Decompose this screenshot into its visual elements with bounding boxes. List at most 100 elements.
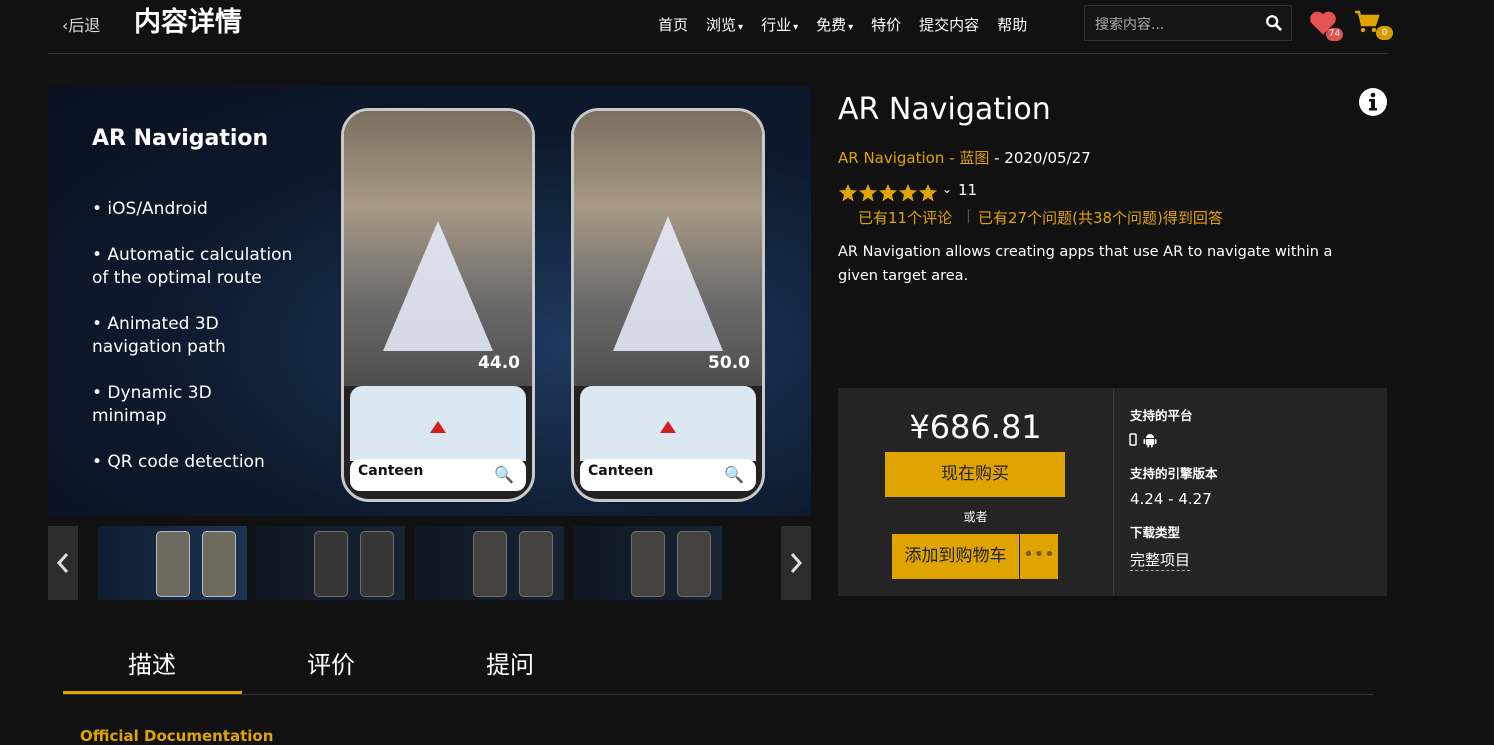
official-documentation-link[interactable]: Official Documentation	[80, 727, 273, 745]
star-icon	[919, 184, 937, 202]
cart-count-badge: 0	[1376, 26, 1393, 40]
hero-bullet: • iOS/Android	[92, 199, 208, 219]
download-type-heading: 下载类型	[1130, 525, 1181, 540]
thumbnail-1[interactable]	[98, 526, 247, 600]
tab-questions[interactable]: 提问	[486, 645, 534, 680]
buy-now-button[interactable]: 现在购买	[885, 452, 1065, 497]
back-button[interactable]: ‹后退	[62, 12, 100, 36]
thumbnail-phone	[156, 531, 190, 597]
active-tab-indicator	[63, 691, 242, 694]
engine-versions: 4.24 - 4.27	[1130, 490, 1212, 508]
star-icon	[879, 184, 897, 202]
thumbnail-3[interactable]	[415, 526, 564, 600]
release-date: 2020/05/27	[1004, 149, 1091, 167]
nav-label: 特价	[871, 16, 902, 34]
hero-title: AR Navigation	[92, 126, 269, 151]
header-divider	[48, 53, 1388, 54]
distance-readout: 44.0	[478, 353, 520, 373]
hero-bullet: • Dynamic 3D minimap	[92, 383, 212, 426]
nav-home[interactable]: 首页	[658, 14, 688, 35]
position-marker-icon	[660, 421, 676, 433]
thumbnail-phone	[631, 531, 665, 597]
destination-label: Canteen	[358, 463, 424, 479]
thumbnail-prev-button[interactable]	[48, 526, 78, 600]
reviews-link[interactable]: 已有11个评论	[858, 207, 952, 228]
main-preview-image[interactable]: AR Navigation • iOS/Android • Automatic …	[48, 86, 811, 516]
nav-sale[interactable]: 特价	[871, 14, 901, 35]
page-title: 内容详情	[134, 7, 242, 38]
nav-submit[interactable]: 提交内容	[919, 14, 979, 35]
nav-browse[interactable]: 浏览 ▾	[706, 14, 743, 35]
tab-description[interactable]: 描述	[128, 645, 176, 680]
thumbnail-phone	[519, 531, 553, 597]
price: ¥686.81	[909, 408, 1042, 446]
destination-label: Canteen	[588, 463, 654, 479]
add-to-cart-button[interactable]: 添加到购物车	[892, 534, 1019, 579]
chevron-down-icon: ▾	[848, 22, 854, 33]
search-input[interactable]	[1093, 14, 1257, 36]
nav-help[interactable]: 帮助	[997, 14, 1027, 35]
wishlist-count-badge: 74	[1326, 28, 1343, 41]
search-icon[interactable]	[1265, 14, 1283, 32]
product-description: AR Navigation allows creating apps that …	[838, 244, 1333, 284]
nav-label: 浏览	[706, 16, 737, 34]
info-icon[interactable]	[1359, 88, 1387, 116]
thumbnail-phone	[360, 531, 394, 597]
product-type-link[interactable]: 蓝图	[959, 149, 989, 167]
thumbnail-phone	[314, 531, 348, 597]
nav-label: 提交内容	[919, 16, 980, 34]
distance-readout: 50.0	[708, 353, 750, 373]
or-label: 或者	[963, 510, 988, 524]
nav-label: 帮助	[997, 16, 1028, 34]
nav-label: 首页	[658, 16, 689, 34]
position-marker-icon	[430, 421, 446, 433]
star-icon	[839, 184, 857, 202]
ar-path-arrow	[613, 216, 723, 351]
thumbnail-2[interactable]	[256, 526, 405, 600]
publisher-link[interactable]: AR Navigation	[838, 149, 944, 167]
thumbnail-phone	[677, 531, 711, 597]
meta-separator: -	[944, 149, 960, 167]
product-meta: AR Navigation - 蓝图 - 2020/05/27	[838, 147, 1091, 168]
search-icon: 🔍	[724, 465, 744, 484]
meta-separator: -	[989, 149, 1005, 167]
panel-divider	[1113, 388, 1114, 596]
thumbnail-phone	[473, 531, 507, 597]
tab-reviews[interactable]: 评价	[307, 645, 355, 680]
platform-icons	[1129, 433, 1157, 448]
back-label: 后退	[68, 16, 101, 35]
mobile-phone-icon	[1129, 433, 1137, 446]
star-rating[interactable]	[838, 183, 938, 203]
search-box	[1084, 5, 1292, 41]
chevron-down-icon: ▾	[738, 22, 744, 33]
nav-label: 行业	[761, 16, 792, 34]
tabs-divider	[63, 694, 1373, 695]
search-icon: 🔍	[494, 465, 514, 484]
destination-bar: Canteen 🔍	[350, 459, 526, 491]
destination-bar: Canteen 🔍	[580, 459, 756, 491]
chevron-down-icon: ▾	[793, 22, 799, 33]
hero-bullet: • Automatic calculation of the optimal r…	[92, 245, 293, 288]
hero-bullet: • Animated 3D navigation path	[92, 314, 226, 357]
star-icon	[899, 184, 917, 202]
link-separator: |	[966, 208, 971, 224]
thumbnail-phone	[202, 531, 236, 597]
rating-count: 11	[958, 181, 978, 199]
phone-mockup: 44.0 Canteen 🔍	[341, 108, 535, 502]
nav-free[interactable]: 免费 ▾	[816, 14, 853, 35]
chevron-down-icon[interactable]: ⌄	[942, 182, 952, 196]
ar-path-arrow	[383, 221, 493, 351]
platforms-heading: 支持的平台	[1130, 408, 1193, 423]
top-nav: 首页 浏览 ▾ 行业 ▾ 免费 ▾ 特价 提交内容 帮助	[658, 14, 1045, 35]
hero-bullet: • QR code detection	[92, 452, 265, 472]
star-icon	[859, 184, 877, 202]
thumbnail-4[interactable]	[573, 526, 722, 600]
thumbnail-next-button[interactable]	[781, 526, 811, 600]
nav-label: 免费	[816, 16, 847, 34]
more-options-button[interactable]: •••	[1020, 534, 1058, 579]
engine-version-heading: 支持的引擎版本	[1130, 466, 1218, 481]
nav-industry[interactable]: 行业 ▾	[761, 14, 798, 35]
qa-link[interactable]: 已有27个问题(共38个问题)得到回答	[978, 207, 1223, 228]
phone-mockup: 50.0 Canteen 🔍	[571, 108, 765, 502]
download-type[interactable]: 完整项目	[1130, 549, 1191, 571]
